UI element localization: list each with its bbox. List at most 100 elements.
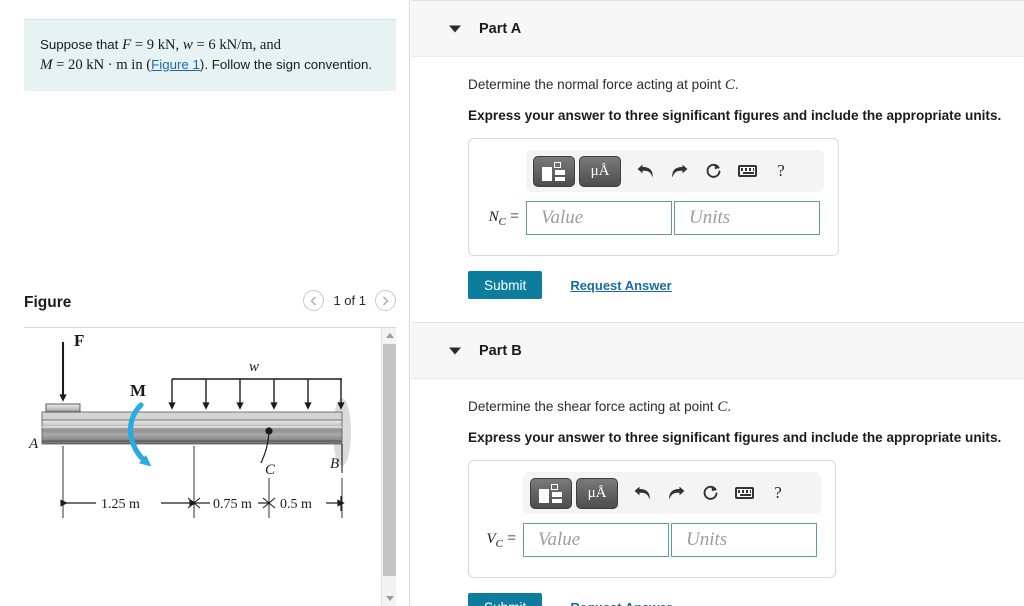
part-header-a[interactable]: Part A <box>411 0 1024 57</box>
value-input-b[interactable]: Value <box>523 523 669 557</box>
part-body-a: Determine the normal force acting at poi… <box>411 77 1024 299</box>
question-pre-a: Determine the normal force acting at poi… <box>468 77 725 92</box>
distributed-load-label-w: w <box>249 359 259 375</box>
figure-title: Figure <box>24 294 72 311</box>
force-label-F: F <box>74 331 84 350</box>
instruction-a: Express your answer to three significant… <box>468 108 1002 123</box>
moment-label-M: M <box>130 381 146 400</box>
template-button-a[interactable] <box>533 155 575 187</box>
help-button-a[interactable]: ? <box>766 156 796 186</box>
template-icon <box>542 161 566 181</box>
units-button-b[interactable]: μÅ <box>576 477 618 509</box>
answer-symbol-b: V <box>486 530 496 547</box>
chevron-down-icon-b[interactable] <box>449 347 461 354</box>
keyboard-button-b[interactable] <box>729 478 759 508</box>
right-panel: Part A Determine the normal force acting… <box>411 0 1024 606</box>
question-text-a: Determine the normal force acting at poi… <box>468 77 1024 94</box>
question-post-b: . <box>727 399 732 414</box>
help-button-b[interactable]: ? <box>763 478 793 508</box>
problem-eq-1: = 9 kN, <box>131 37 183 53</box>
submit-button-a[interactable]: Submit <box>468 271 543 299</box>
answer-box-a: μÅ ? NC = Value Units <box>468 138 839 256</box>
var-F: F <box>122 37 132 53</box>
request-answer-link-a[interactable]: Request Answer <box>570 278 671 293</box>
part-body-b: Determine the shear force acting at poin… <box>411 399 1024 606</box>
submit-button-b[interactable]: Submit <box>468 593 543 606</box>
figure-counter: 1 of 1 <box>333 293 366 308</box>
value-placeholder-a: Value <box>541 207 584 228</box>
figure-header: Figure 1 of 1 <box>24 290 396 328</box>
instruction-b: Express your answer to three significant… <box>468 430 1002 445</box>
redo-button-b[interactable] <box>661 478 691 508</box>
problem-statement: Suppose that F = 9 kN, w = 6 kN/m, and M… <box>24 19 396 91</box>
answer-symbol-a: N <box>488 208 499 225</box>
part-label-a: Part A <box>479 20 522 37</box>
figure-prev-button[interactable] <box>303 290 325 311</box>
scrollbar-thumb[interactable] <box>383 344 396 576</box>
point-label-C: C <box>265 462 276 478</box>
chevron-down-icon-a[interactable] <box>449 25 461 32</box>
question-var-a: C <box>724 77 735 93</box>
var-w: w <box>182 37 193 53</box>
math-toolbar-a: μÅ ? <box>526 150 824 192</box>
chevron-left-icon <box>311 296 317 305</box>
reset-button-b[interactable] <box>695 478 725 508</box>
actions-a: Submit Request Answer <box>468 271 1024 299</box>
math-toolbar-b: μÅ ? <box>523 472 821 514</box>
reset-button-a[interactable] <box>698 156 728 186</box>
redo-button-a[interactable] <box>664 156 694 186</box>
undo-icon <box>637 164 653 177</box>
reset-icon <box>706 163 720 178</box>
keyboard-button-a[interactable] <box>732 156 762 186</box>
question-text-b: Determine the shear force acting at poin… <box>468 399 1024 416</box>
answer-eq-a: = <box>505 207 519 225</box>
part-header-b[interactable]: Part B <box>411 322 1024 379</box>
question-post-a: . <box>734 77 739 92</box>
template-icon <box>539 483 563 503</box>
question-pre-b: Determine the shear force acting at poin… <box>468 399 718 414</box>
problem-eq-4: ). Follow the sign convention. <box>199 57 373 72</box>
dimension-label-2: 0.75 m <box>213 497 252 512</box>
keyboard-icon <box>734 487 754 499</box>
part-label-b: Part B <box>479 342 522 359</box>
help-icon: ? <box>777 161 785 180</box>
units-placeholder-b: Units <box>686 529 728 550</box>
units-input-b[interactable]: Units <box>671 523 817 557</box>
value-placeholder-b: Value <box>538 529 581 550</box>
beam-diagram-svg: F w M A B C 1.25 m 0.75 m 0.5 m <box>28 331 351 518</box>
template-button-b[interactable] <box>530 477 572 509</box>
point-label-A: A <box>28 436 39 452</box>
figure-next-button[interactable] <box>375 290 396 311</box>
answer-row-a: NC = Value Units <box>469 201 838 235</box>
point-label-B: B <box>330 456 339 472</box>
beam-diagram: F w M A B C 1.25 m 0.75 m 0.5 m <box>24 328 381 606</box>
answer-label-b: VC = <box>469 530 523 550</box>
answer-label-a: NC = <box>469 208 526 228</box>
var-M: M <box>40 57 53 73</box>
answer-sub-a: C <box>498 216 506 229</box>
keyboard-icon <box>737 165 757 177</box>
undo-icon <box>634 486 650 499</box>
answer-box-b: μÅ ? VC = Value Units <box>468 460 836 578</box>
left-panel: Suppose that F = 9 kN, w = 6 kN/m, and M… <box>0 0 410 606</box>
figure-navigation: 1 of 1 <box>303 290 396 311</box>
figure-scrollbar[interactable] <box>381 328 396 606</box>
units-input-a[interactable]: Units <box>674 201 820 235</box>
undo-button-a[interactable] <box>630 156 660 186</box>
page-root: Suppose that F = 9 kN, w = 6 kN/m, and M… <box>0 0 1024 606</box>
problem-eq-2: = 6 kN/m, and <box>192 37 281 53</box>
triangle-up-icon <box>385 333 394 338</box>
chevron-right-icon <box>383 296 389 305</box>
reset-icon <box>703 485 717 500</box>
figure-1-link[interactable]: Figure 1 <box>151 57 200 72</box>
problem-line-2: M = 20 kN · m in (Figure 1). Follow the … <box>40 55 382 75</box>
help-icon: ? <box>774 483 782 502</box>
question-var-b: C <box>717 399 728 415</box>
value-input-a[interactable]: Value <box>526 201 672 235</box>
scrollbar-up-button[interactable] <box>382 328 396 343</box>
scrollbar-down-button[interactable] <box>382 591 396 606</box>
undo-button-b[interactable] <box>627 478 657 508</box>
request-answer-link-b[interactable]: Request Answer <box>570 600 671 606</box>
problem-line-1: Suppose that F = 9 kN, w = 6 kN/m, and <box>40 35 382 55</box>
units-button-a[interactable]: μÅ <box>579 155 621 187</box>
